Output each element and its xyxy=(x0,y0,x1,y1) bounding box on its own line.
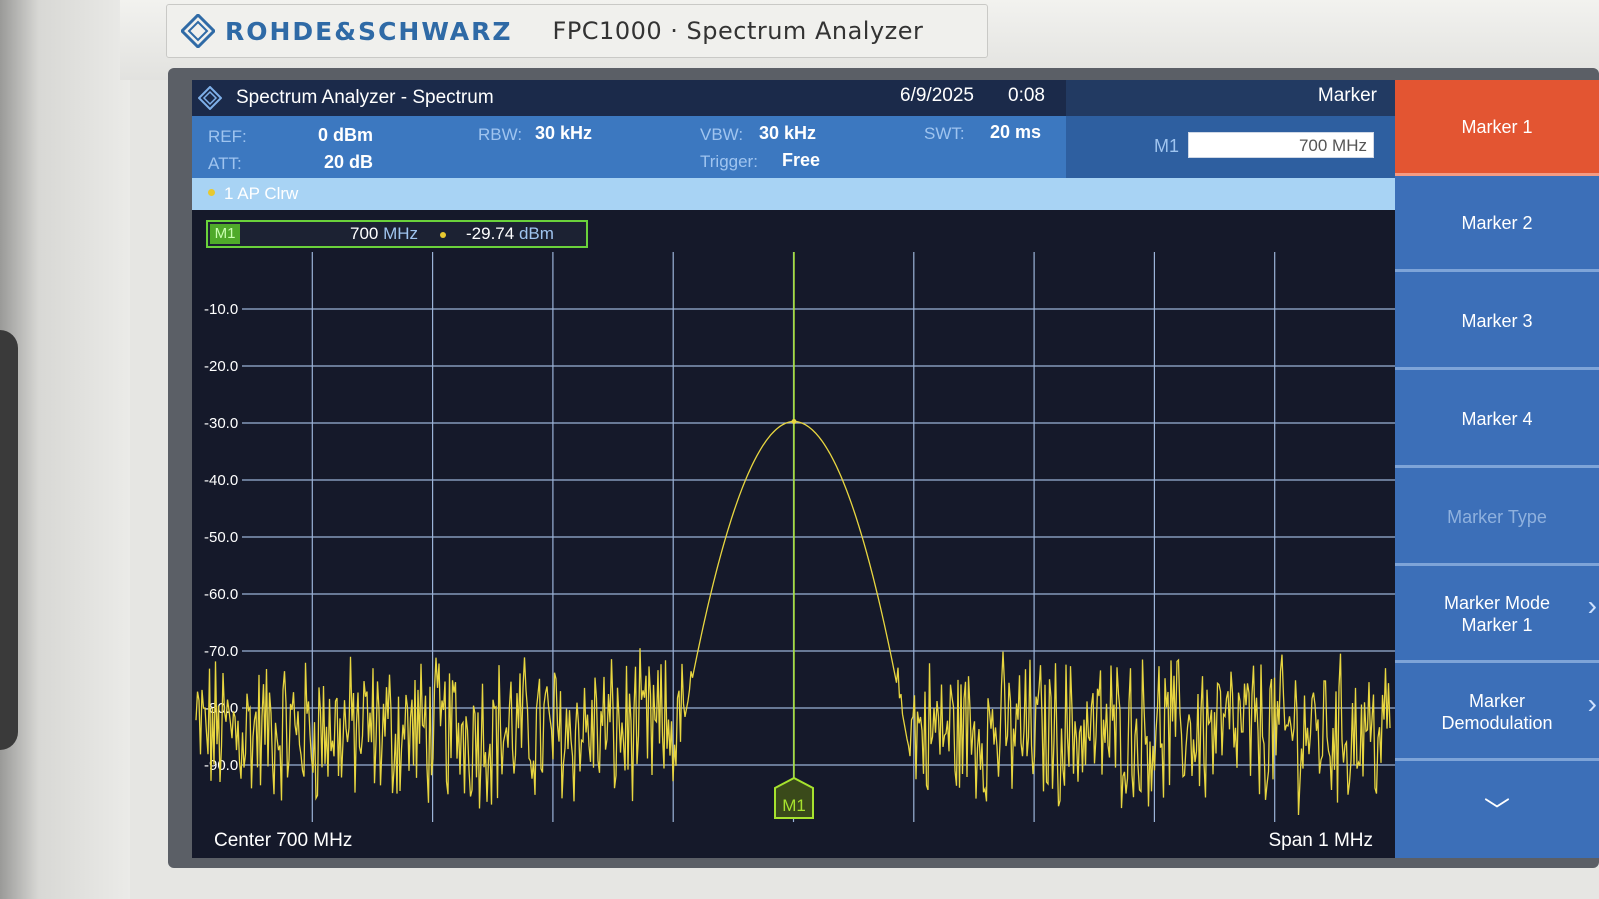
softkey-marker-mode-marker-1[interactable]: Marker Mode Marker 1 › xyxy=(1395,567,1599,663)
marker-frequency-input[interactable]: 700 MHz xyxy=(1188,132,1374,158)
softkey-marker-demodulation[interactable]: Marker Demodulation › xyxy=(1395,665,1599,761)
marker-readout-level: -29.74 dBm xyxy=(466,224,554,244)
rbw-label: RBW: xyxy=(478,125,523,144)
time-display: 0:08 xyxy=(1008,85,1045,106)
ref-value[interactable]: 0 dBm xyxy=(318,125,373,146)
vbw-value[interactable]: 30 kHz xyxy=(759,123,816,144)
marker-readout-frequency: 700 MHz xyxy=(350,224,418,244)
att-value[interactable]: 20 dB xyxy=(324,152,373,173)
marker-level-value: -29.74 xyxy=(466,224,515,243)
rs-logo-icon xyxy=(181,14,215,48)
rs-diamond-icon xyxy=(198,86,222,110)
rbw-value[interactable]: 30 kHz xyxy=(535,123,592,144)
softkey-label: Marker Demodulation xyxy=(1441,690,1553,733)
chevron-right-icon: › xyxy=(1587,688,1597,719)
brand-plate: ROHDE&SCHWARZ FPC1000 · Spectrum Analyze… xyxy=(166,4,988,58)
y-tick-label: -10.0 xyxy=(204,301,238,318)
marker-entry-area: M1 700 MHz xyxy=(1066,116,1395,178)
trigger-value[interactable]: Free xyxy=(782,150,820,171)
softkey-marker-1[interactable]: Marker 1 xyxy=(1395,80,1599,176)
menu-title: Marker xyxy=(1317,85,1377,106)
y-tick-label: -30.0 xyxy=(204,415,238,432)
softkey-label: Marker Mode Marker 1 xyxy=(1443,592,1551,635)
brand-name: ROHDE&SCHWARZ xyxy=(225,16,513,46)
marker-level-unit: dBm xyxy=(518,224,554,243)
marker-readout[interactable]: M1 700 MHz -29.74 dBm xyxy=(206,220,588,248)
model-name: FPC1000 · Spectrum Analyzer xyxy=(552,17,924,45)
softkey-more[interactable]: ﹀ xyxy=(1395,763,1599,858)
center-frequency[interactable]: Center 700 MHz xyxy=(214,830,352,852)
plot-footer: Center 700 MHz Span 1 MHz xyxy=(192,822,1395,858)
vbw-label: VBW: xyxy=(700,125,744,144)
trace-label: 1 AP Clrw xyxy=(224,184,299,203)
softkey-label: Marker 4 xyxy=(1461,408,1533,429)
marker-freq-value: 700 xyxy=(350,224,379,243)
parameter-bar[interactable]: REF: 0 dBm ATT: 20 dB RBW: 30 kHz VBW: 3… xyxy=(192,116,1066,178)
softkey-label: Marker 2 xyxy=(1461,212,1533,233)
y-tick-label: -20.0 xyxy=(204,358,238,375)
ref-label: REF: xyxy=(208,127,247,146)
device-bezel-left xyxy=(0,0,130,899)
menu-header: Marker xyxy=(1066,80,1395,116)
y-tick-label: -60.0 xyxy=(204,586,238,603)
swt-value[interactable]: 20 ms xyxy=(990,122,1041,143)
marker-flag-icon[interactable]: M1 xyxy=(774,776,814,819)
date-display: 6/9/2025 xyxy=(900,85,974,106)
swt-label: SWT: xyxy=(924,124,965,143)
marker-readout-tag: M1 xyxy=(210,224,240,244)
trace-color-dot xyxy=(208,189,215,196)
softkey-label: Marker 1 xyxy=(1461,116,1533,137)
trace-bar: 1 AP Clrw xyxy=(192,178,1395,210)
marker-flag-label: M1 xyxy=(782,796,806,815)
softkey-marker-4[interactable]: Marker 4 xyxy=(1395,372,1599,468)
softkey-label: Marker Type xyxy=(1447,506,1547,527)
marker-freq-unit: MHz xyxy=(383,224,419,243)
peak-point xyxy=(791,419,797,425)
att-label: ATT: xyxy=(208,154,242,173)
softkey-marker-2[interactable]: Marker 2 xyxy=(1395,176,1599,272)
softkey-marker-type[interactable]: Marker Type xyxy=(1395,470,1599,566)
spectrum-plot[interactable]: -10.0-20.0-30.0-40.0-50.0-60.0-70.0-80.0… xyxy=(192,252,1395,822)
y-tick-label: -70.0 xyxy=(204,643,238,660)
app-title: Spectrum Analyzer - Spectrum xyxy=(236,87,494,108)
chevron-right-icon: › xyxy=(1587,590,1597,621)
softkey-marker-3[interactable]: Marker 3 xyxy=(1395,274,1599,370)
softkey-label: Marker 3 xyxy=(1461,310,1533,331)
softkey-label: ﹀ xyxy=(1483,796,1510,826)
y-tick-label: -50.0 xyxy=(204,529,238,546)
marker-readout-dot xyxy=(440,232,446,238)
span-frequency[interactable]: Span 1 MHz xyxy=(1268,830,1373,852)
analyzer-screen: Spectrum Analyzer - Spectrum 6/9/2025 0:… xyxy=(192,80,1599,858)
y-tick-label: -40.0 xyxy=(204,472,238,489)
device-edge xyxy=(0,330,18,750)
trigger-label: Trigger: xyxy=(700,152,758,171)
marker-entry-label: M1 xyxy=(1154,136,1180,156)
softkey-panel: Marker 1 Marker 2 Marker 3 Marker 4 Marker T… xyxy=(1395,80,1599,858)
